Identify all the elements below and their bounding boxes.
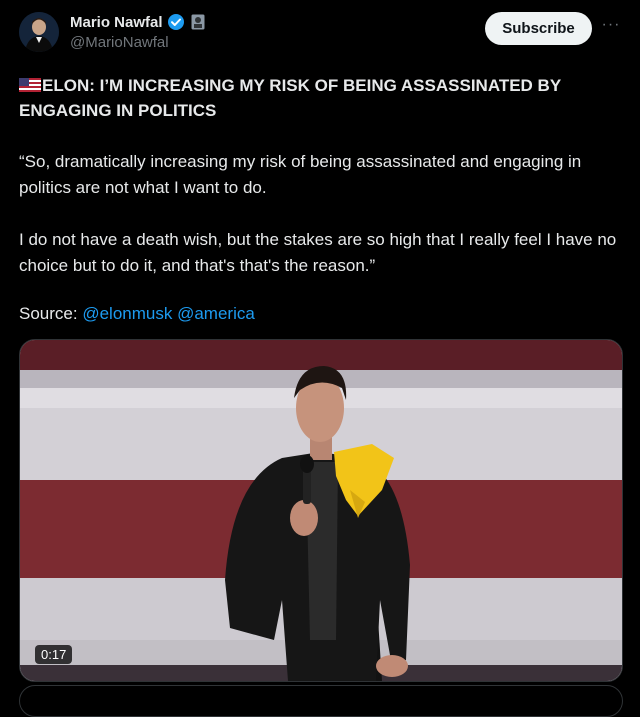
quoted-card-edge xyxy=(19,685,623,717)
author-name-row[interactable]: Mario Nawfal xyxy=(70,13,205,31)
post-paragraph-2: I do not have a death wish, but the stak… xyxy=(19,230,617,275)
author-handle[interactable]: @MarioNawfal xyxy=(70,34,169,51)
subscribe-button[interactable]: Subscribe xyxy=(485,12,592,45)
us-flag-icon xyxy=(19,74,41,92)
post-paragraph-1: “So, dramatically increasing my risk of … xyxy=(19,152,582,197)
author-display-name[interactable]: Mario Nawfal xyxy=(70,14,163,31)
post-headline: ELON: I’M INCREASING MY RISK OF BEING AS… xyxy=(19,73,619,123)
video-player[interactable]: 0:17 xyxy=(19,339,623,682)
video-duration: 0:17 xyxy=(35,645,73,664)
source-label: Source: xyxy=(19,304,78,323)
headline-text: ELON: I’M INCREASING MY RISK OF BEING AS… xyxy=(19,76,561,120)
post: Mario Nawfal @MarioNawfal Subscribe ··· xyxy=(0,0,640,717)
mention-link[interactable]: @elonmusk xyxy=(82,304,172,323)
video-frame xyxy=(20,340,622,681)
more-icon[interactable]: ··· xyxy=(601,16,621,36)
post-source-line: Source: @elonmusk @america xyxy=(19,301,255,327)
verified-badge-icon xyxy=(167,13,185,31)
mention-link[interactable]: @america xyxy=(177,304,255,323)
affiliate-badge-icon[interactable] xyxy=(191,14,205,30)
avatar[interactable] xyxy=(19,12,59,52)
